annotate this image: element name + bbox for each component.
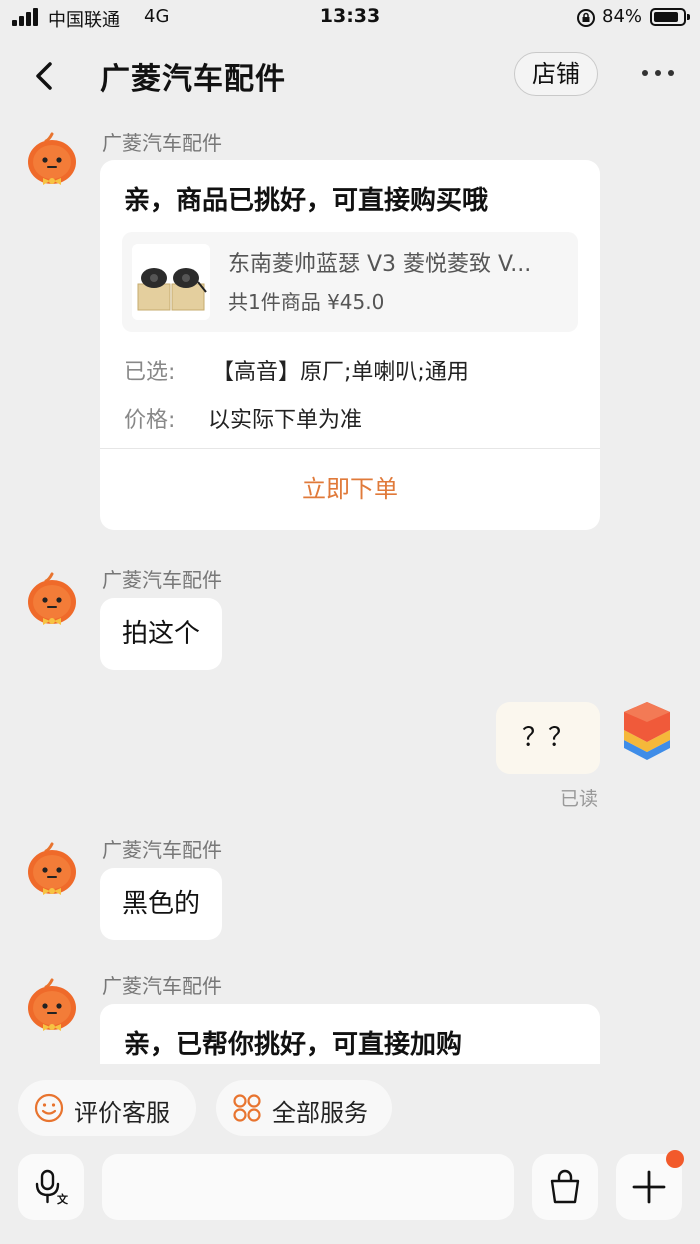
sender-name: 广菱汽车配件 <box>102 974 222 998</box>
product-meta: 共1件商品 ¥45.0 <box>228 290 385 314</box>
shop-button[interactable]: 店铺 <box>514 52 598 96</box>
rate-service-button[interactable]: 评价客服 <box>18 1080 196 1136</box>
message-input-box[interactable] <box>102 1154 593 1220</box>
sender-name: 广菱汽车配件 <box>102 838 222 862</box>
services-grid-icon <box>233 1094 261 1122</box>
voice-input-button[interactable]: 文 <box>18 1154 84 1220</box>
back-arrow-icon[interactable] <box>28 56 64 96</box>
sender-name: 广菱汽车配件 <box>102 131 222 155</box>
chip-label: 评价客服 <box>74 1099 170 1127</box>
shopping-bag-button[interactable] <box>532 1154 598 1220</box>
shop-avatar[interactable] <box>26 842 78 898</box>
chat-header: 广菱汽车配件 店铺 <box>0 36 700 116</box>
input-bar: 文 <box>0 1148 700 1244</box>
voice-input-icon: 文 <box>35 1169 69 1206</box>
message-bubble[interactable]: 拍这个 <box>100 598 223 670</box>
shop-avatar[interactable] <box>26 978 78 1034</box>
user-avatar[interactable] <box>618 700 676 760</box>
shopping-bag-icon <box>550 1169 580 1204</box>
shop-avatar[interactable] <box>26 132 78 188</box>
message-input[interactable] <box>120 1168 424 1208</box>
sender-name: 广菱汽车配件 <box>102 568 222 592</box>
smile-rating-icon <box>34 1093 64 1123</box>
battery-icon <box>650 8 690 26</box>
product-card: 亲，商品已挑好，可直接购买哦 东南菱帅蓝瑟 V3 菱悦菱致 V... 共1件商品… <box>100 160 600 530</box>
all-services-button[interactable]: 全部服务 <box>216 1080 392 1136</box>
more-functions-button[interactable] <box>616 1150 684 1220</box>
chip-label: 全部服务 <box>272 1099 368 1127</box>
price-value: 以实际下单为准 <box>208 408 363 433</box>
chat-message-list[interactable]: 广菱汽车配件 亲，商品已挑好，可直接购买哦 东南菱帅蓝瑟 V3 菱悦菱致 V..… <box>0 116 700 1064</box>
my-message-bubble[interactable]: ？？ <box>496 702 600 774</box>
product-name: 东南菱帅蓝瑟 V3 菱悦菱致 V... <box>228 252 532 277</box>
product-card: 亲，已帮你挑好，可直接加购 <box>100 1004 600 1064</box>
quick-actions-bar: 评价客服 全部服务 <box>0 1064 700 1148</box>
selected-label: 已选: <box>124 360 176 385</box>
svg-text:文: 文 <box>57 1192 69 1206</box>
selected-value: 【高音】原厂;单喇叭;通用 <box>212 360 469 385</box>
card-title: 亲，已帮你挑好，可直接加购 <box>124 1030 463 1060</box>
shop-avatar[interactable] <box>26 572 78 628</box>
page-title: 广菱汽车配件 <box>100 62 286 97</box>
product-item[interactable]: 东南菱帅蓝瑟 V3 菱悦菱致 V... 共1件商品 ¥45.0 <box>122 232 578 332</box>
rotation-lock-icon <box>577 9 595 27</box>
notification-dot <box>666 1150 684 1168</box>
status-bar: 中国联通 4G 13:33 84% <box>0 0 700 36</box>
more-options-icon[interactable] <box>640 70 676 80</box>
price-label: 价格: <box>124 408 176 433</box>
product-thumbnail <box>132 244 210 320</box>
battery-percent: 84% <box>602 6 643 27</box>
message-bubble[interactable]: 黑色的 <box>100 868 223 940</box>
read-status: 已读 <box>560 788 599 810</box>
plus-icon <box>632 1170 666 1204</box>
card-title: 亲，商品已挑好，可直接购买哦 <box>124 186 489 216</box>
order-now-button[interactable]: 立即下单 <box>100 448 600 530</box>
